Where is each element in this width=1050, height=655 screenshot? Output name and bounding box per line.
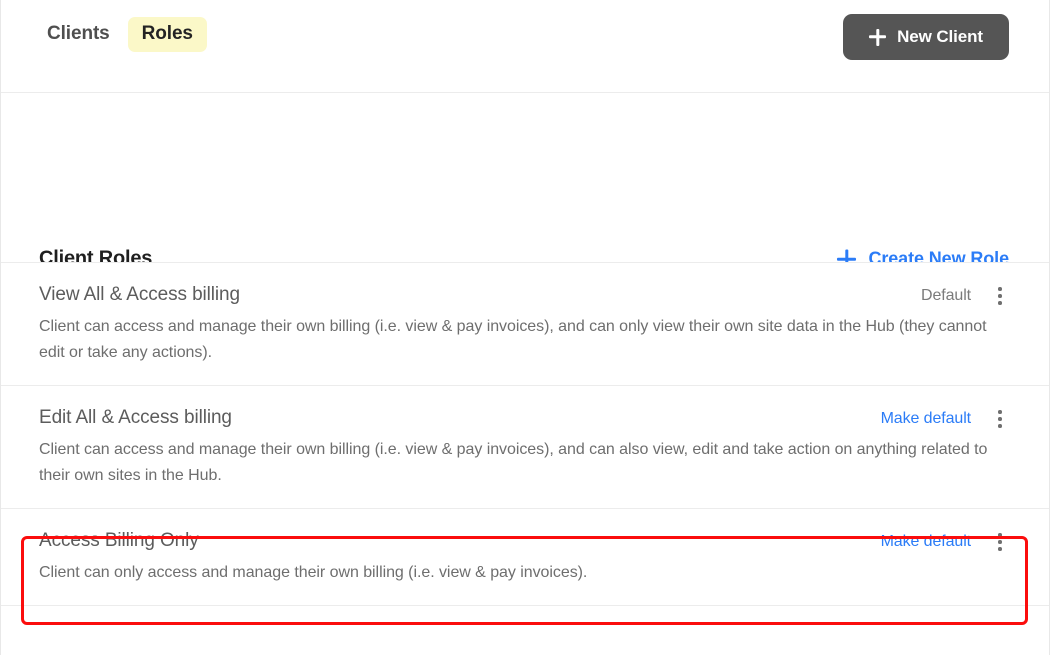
client-roles-section-header: Client Roles Create New Role — [1, 93, 1049, 270]
make-default-link[interactable]: Make default — [881, 533, 972, 551]
tab-clients[interactable]: Clients — [39, 17, 118, 52]
status-badge: Default — [921, 287, 971, 304]
role-name: Access Billing Only — [39, 530, 199, 551]
kebab-menu-icon[interactable] — [991, 408, 1009, 430]
kebab-dot — [998, 301, 1002, 305]
kebab-dot — [998, 287, 1002, 291]
kebab-menu-icon[interactable] — [991, 531, 1009, 553]
role-description: Client can access and manage their own b… — [39, 441, 988, 484]
plus-icon — [869, 29, 886, 46]
table-row[interactable]: Access Billing Only Make default Client … — [1, 508, 1049, 606]
role-name: View All & Access billing — [39, 284, 240, 305]
top-bar: Clients Roles New Client — [1, 0, 1049, 93]
kebab-dot — [998, 547, 1002, 551]
role-row-header: View All & Access billing Default — [39, 283, 1009, 307]
table-row[interactable]: View All & Access billing Default Client… — [1, 262, 1049, 385]
kebab-dot — [998, 294, 1002, 298]
role-description: Client can access and manage their own b… — [39, 318, 987, 361]
role-row-actions: Make default — [881, 531, 1009, 553]
kebab-dot — [998, 417, 1002, 421]
new-client-button[interactable]: New Client — [843, 14, 1009, 60]
table-row[interactable]: Edit All & Access billing Make default C… — [1, 385, 1049, 508]
role-description: Client can only access and manage their … — [39, 564, 588, 581]
kebab-menu-icon[interactable] — [991, 285, 1009, 307]
tab-roles[interactable]: Roles — [127, 17, 207, 52]
role-name: Edit All & Access billing — [39, 407, 232, 428]
clients-roles-page: Clients Roles New Client Client Roles Cr… — [0, 0, 1050, 655]
role-row-actions: Default — [921, 285, 1009, 307]
make-default-link[interactable]: Make default — [881, 410, 972, 428]
role-row-header: Access Billing Only Make default — [39, 529, 1009, 553]
kebab-dot — [998, 533, 1002, 537]
kebab-dot — [998, 410, 1002, 414]
client-roles-list: View All & Access billing Default Client… — [1, 262, 1049, 606]
kebab-dot — [998, 424, 1002, 428]
new-client-button-label: New Client — [897, 27, 983, 46]
kebab-dot — [998, 540, 1002, 544]
primary-tabs: Clients Roles — [39, 17, 207, 52]
role-row-header: Edit All & Access billing Make default — [39, 406, 1009, 430]
role-row-actions: Make default — [881, 408, 1009, 430]
